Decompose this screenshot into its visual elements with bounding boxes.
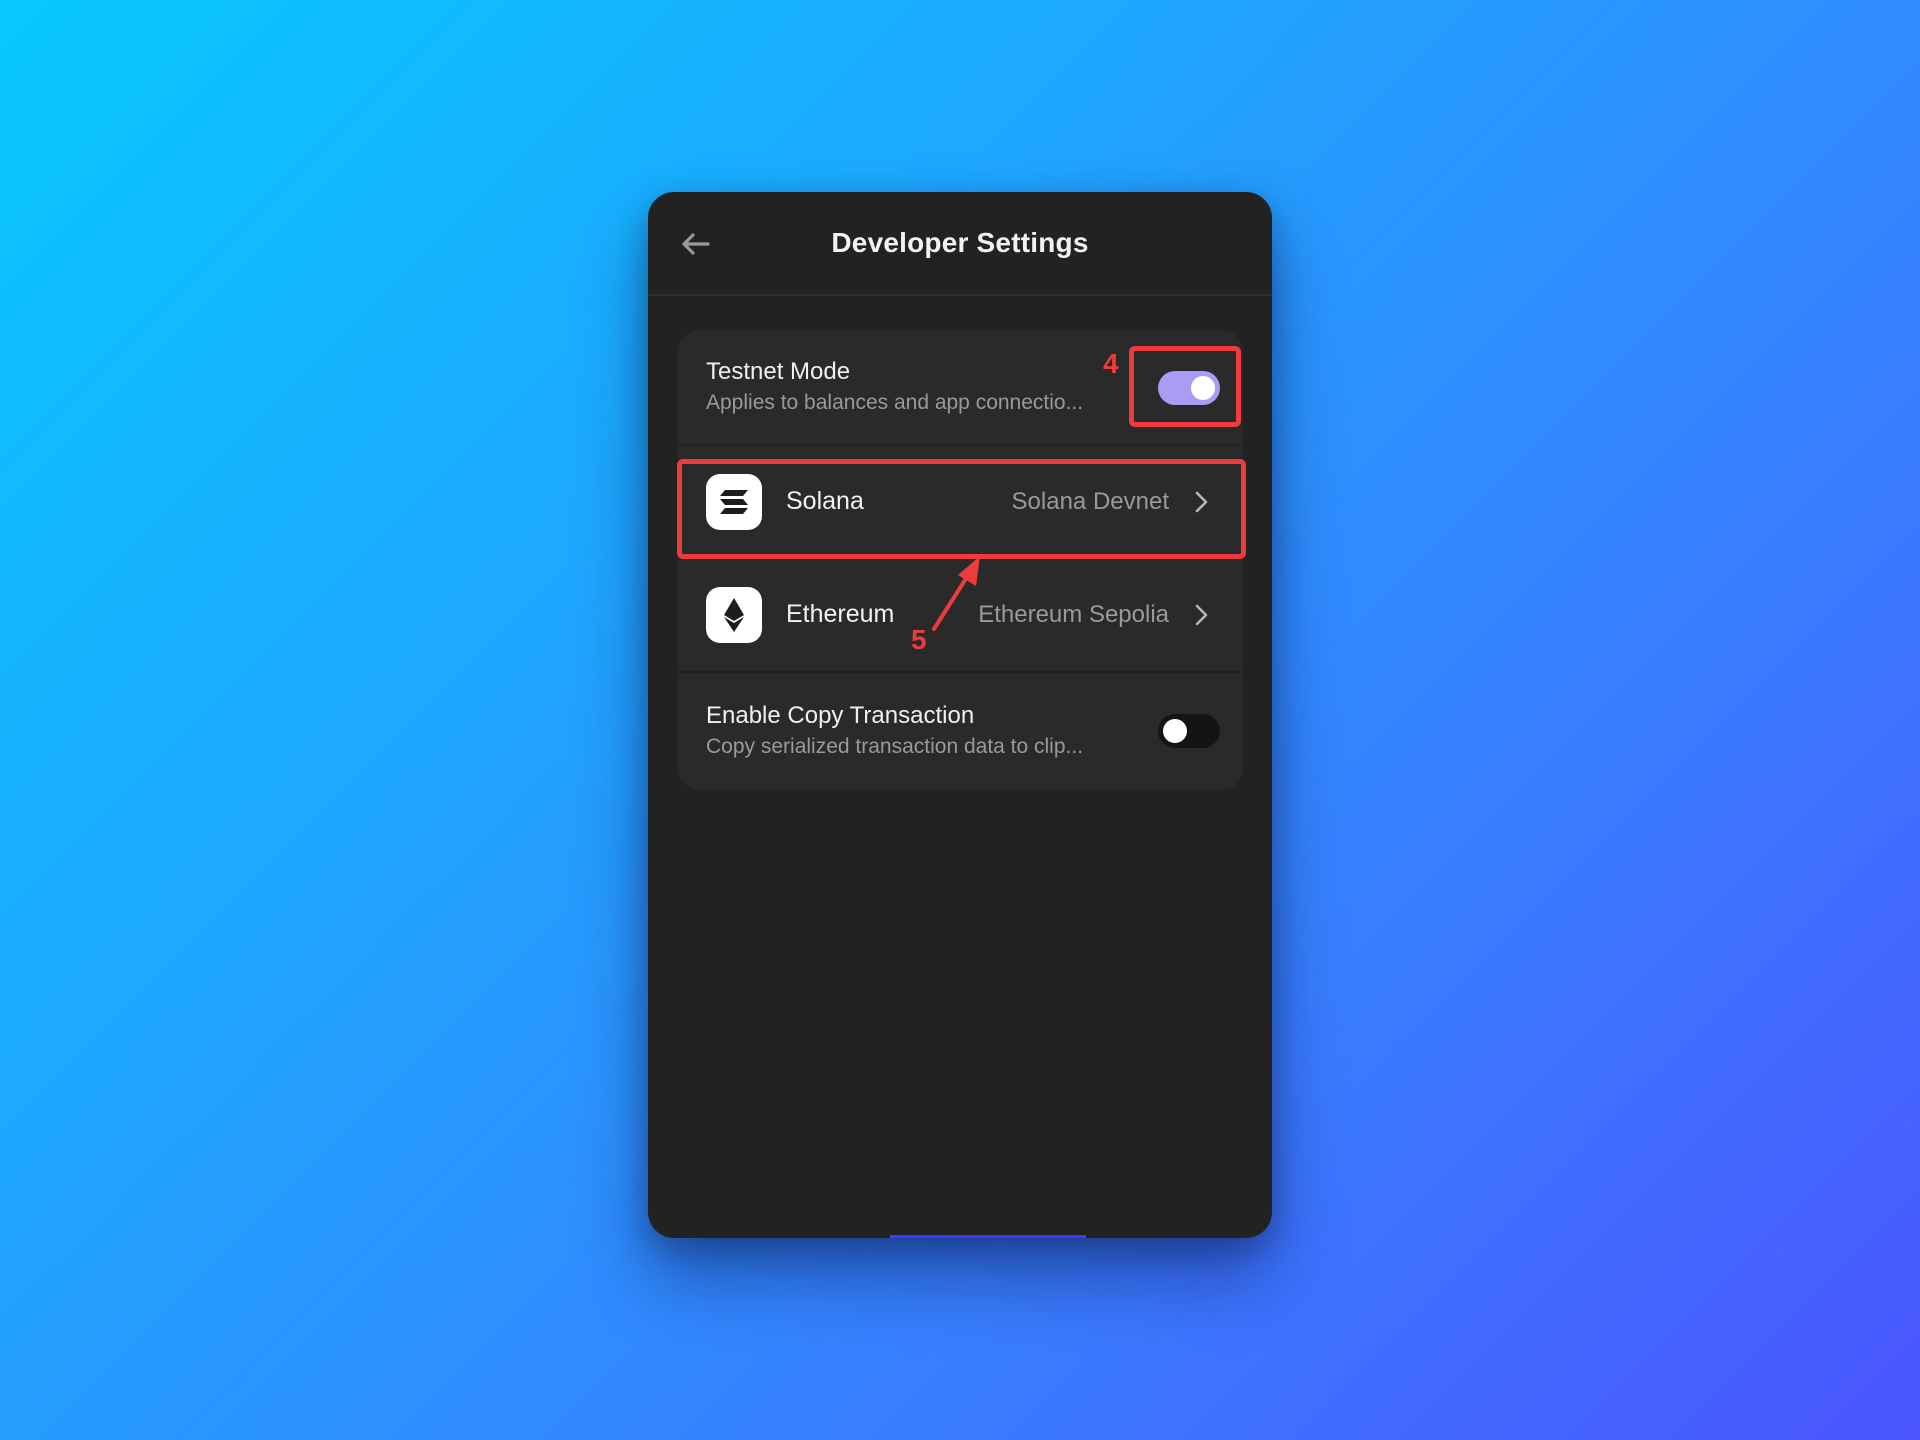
copy-transaction-title: Enable Copy Transaction	[706, 702, 975, 729]
ethereum-logo-icon	[706, 587, 762, 643]
network-value-ethereum: Ethereum Sepolia	[978, 601, 1169, 628]
copy-transaction-row: Enable Copy Transaction Copy serialized …	[678, 673, 1243, 790]
copy-transaction-subtitle: Copy serialized transaction data to clip…	[706, 735, 1084, 758]
arrow-left-icon	[682, 233, 710, 255]
highlight-box-solana-row	[677, 459, 1246, 559]
copy-transaction-toggle[interactable]	[1158, 714, 1220, 748]
testnet-mode-subtitle: Applies to balances and app connectio...	[706, 391, 1084, 414]
network-name-ethereum: Ethereum	[786, 600, 895, 628]
back-button[interactable]	[676, 224, 716, 264]
annotation-step-4: 4	[1103, 348, 1119, 379]
header: Developer Settings	[648, 192, 1272, 296]
annotation-step-5: 5	[911, 624, 927, 655]
testnet-mode-title: Testnet Mode	[706, 358, 851, 385]
home-indicator	[890, 1235, 1086, 1238]
highlight-box-testnet-toggle	[1129, 346, 1241, 427]
chevron-right-icon	[1195, 604, 1208, 626]
toggle-knob	[1163, 719, 1187, 743]
page-title: Developer Settings	[831, 227, 1089, 258]
